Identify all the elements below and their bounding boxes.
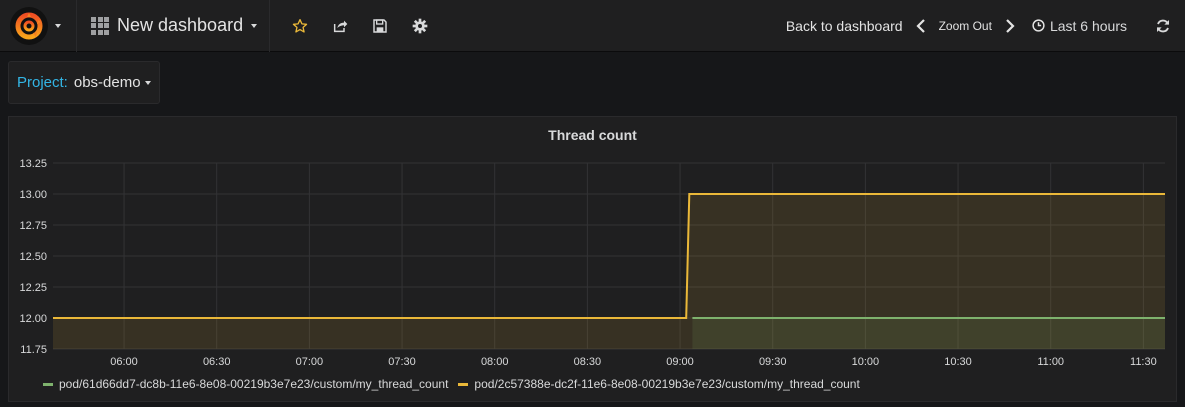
x-tick-label: 10:00 (852, 356, 880, 368)
x-tick-label: 11:30 (1130, 356, 1157, 368)
caret-down-icon (144, 80, 151, 85)
caret-down-icon (251, 23, 258, 28)
grafana-logo-icon (15, 12, 43, 39)
y-tick-label: 11.75 (20, 344, 47, 356)
x-tick-label: 07:30 (388, 356, 416, 368)
dashboard-actions (270, 0, 440, 52)
x-tick-label: 09:00 (666, 356, 694, 368)
dashboard-title: New dashboard (117, 15, 244, 35)
time-range-label: Last 6 hours (1049, 17, 1127, 34)
grafana-menu[interactable] (0, 0, 76, 52)
legend-label: pod/2c57388e-dc2f-11e6-8e08-00219b3e7e23… (474, 377, 860, 391)
chart-legend: pod/61d66dd7-dc8b-11e6-8e08-00219b3e7e23… (43, 377, 860, 391)
x-tick-label: 07:00 (296, 356, 324, 368)
star-icon (292, 18, 308, 33)
save-icon (373, 18, 387, 33)
x-tick-label: 08:30 (574, 356, 602, 368)
x-tick-label: 06:30 (203, 356, 231, 368)
x-tick-label: 09:30 (759, 356, 787, 368)
caret-down-icon (55, 23, 61, 28)
star-button[interactable] (280, 0, 320, 52)
x-tick-label: 11:00 (1037, 356, 1064, 368)
series-area-2 (53, 194, 1165, 349)
share-icon (334, 20, 348, 32)
settings-button[interactable] (400, 0, 440, 52)
x-tick-label: 08:00 (481, 356, 509, 368)
y-tick-label: 12.00 (19, 313, 47, 325)
x-tick-label: 10:30 (944, 356, 972, 368)
template-variable-project[interactable]: Project: obs-demo (8, 61, 160, 104)
time-controls: Back to dashboard Zoom Out Last 6 hours (776, 0, 1185, 52)
time-shift-forward-button[interactable] (1002, 0, 1018, 52)
refresh-icon (1157, 19, 1169, 32)
legend-item[interactable]: pod/2c57388e-dc2f-11e6-8e08-00219b3e7e23… (458, 377, 860, 391)
top-navbar: New dashboard Back to dashboard Zoom Out… (0, 0, 1185, 52)
dashboard-title-dropdown[interactable]: New dashboard (77, 0, 269, 52)
share-button[interactable] (320, 0, 360, 52)
variable-value: obs-demo (73, 74, 141, 91)
refresh-button[interactable] (1141, 0, 1185, 52)
x-tick-label: 06:00 (110, 356, 138, 368)
y-tick-label: 12.25 (19, 282, 47, 294)
grid-icon (91, 16, 109, 35)
y-tick-label: 12.75 (19, 220, 47, 232)
variable-label: Project: (17, 74, 68, 91)
save-button[interactable] (360, 0, 400, 52)
y-tick-label: 12.50 (19, 251, 47, 263)
zoom-out-button[interactable]: Zoom Out (929, 19, 1002, 33)
gear-icon (412, 18, 428, 33)
graph-panel: Thread count 11.75 12.00 12.25 12.50 12.75 13… (8, 116, 1177, 402)
thread-count-chart[interactable]: 11.75 12.00 12.25 12.50 12.75 13.00 13.25 06:00… (9, 117, 1178, 403)
clock-icon (1032, 19, 1045, 32)
variable-value-dropdown[interactable]: obs-demo (74, 74, 151, 91)
time-shift-back-button[interactable] (913, 0, 929, 52)
y-tick-label: 13.25 (19, 158, 47, 170)
y-tick-label: 13.00 (19, 189, 47, 201)
chevron-right-icon (1006, 18, 1015, 33)
legend-swatch (43, 382, 53, 386)
grafana-logo[interactable] (10, 6, 48, 45)
legend-label: pod/61d66dd7-dc8b-11e6-8e08-00219b3e7e23… (59, 377, 449, 391)
legend-swatch (458, 382, 469, 386)
legend-item[interactable]: pod/61d66dd7-dc8b-11e6-8e08-00219b3e7e23… (43, 377, 448, 391)
back-to-dashboard-link[interactable]: Back to dashboard (776, 0, 913, 52)
chevron-left-icon (916, 18, 925, 33)
time-range-picker[interactable]: Last 6 hours (1018, 18, 1141, 34)
